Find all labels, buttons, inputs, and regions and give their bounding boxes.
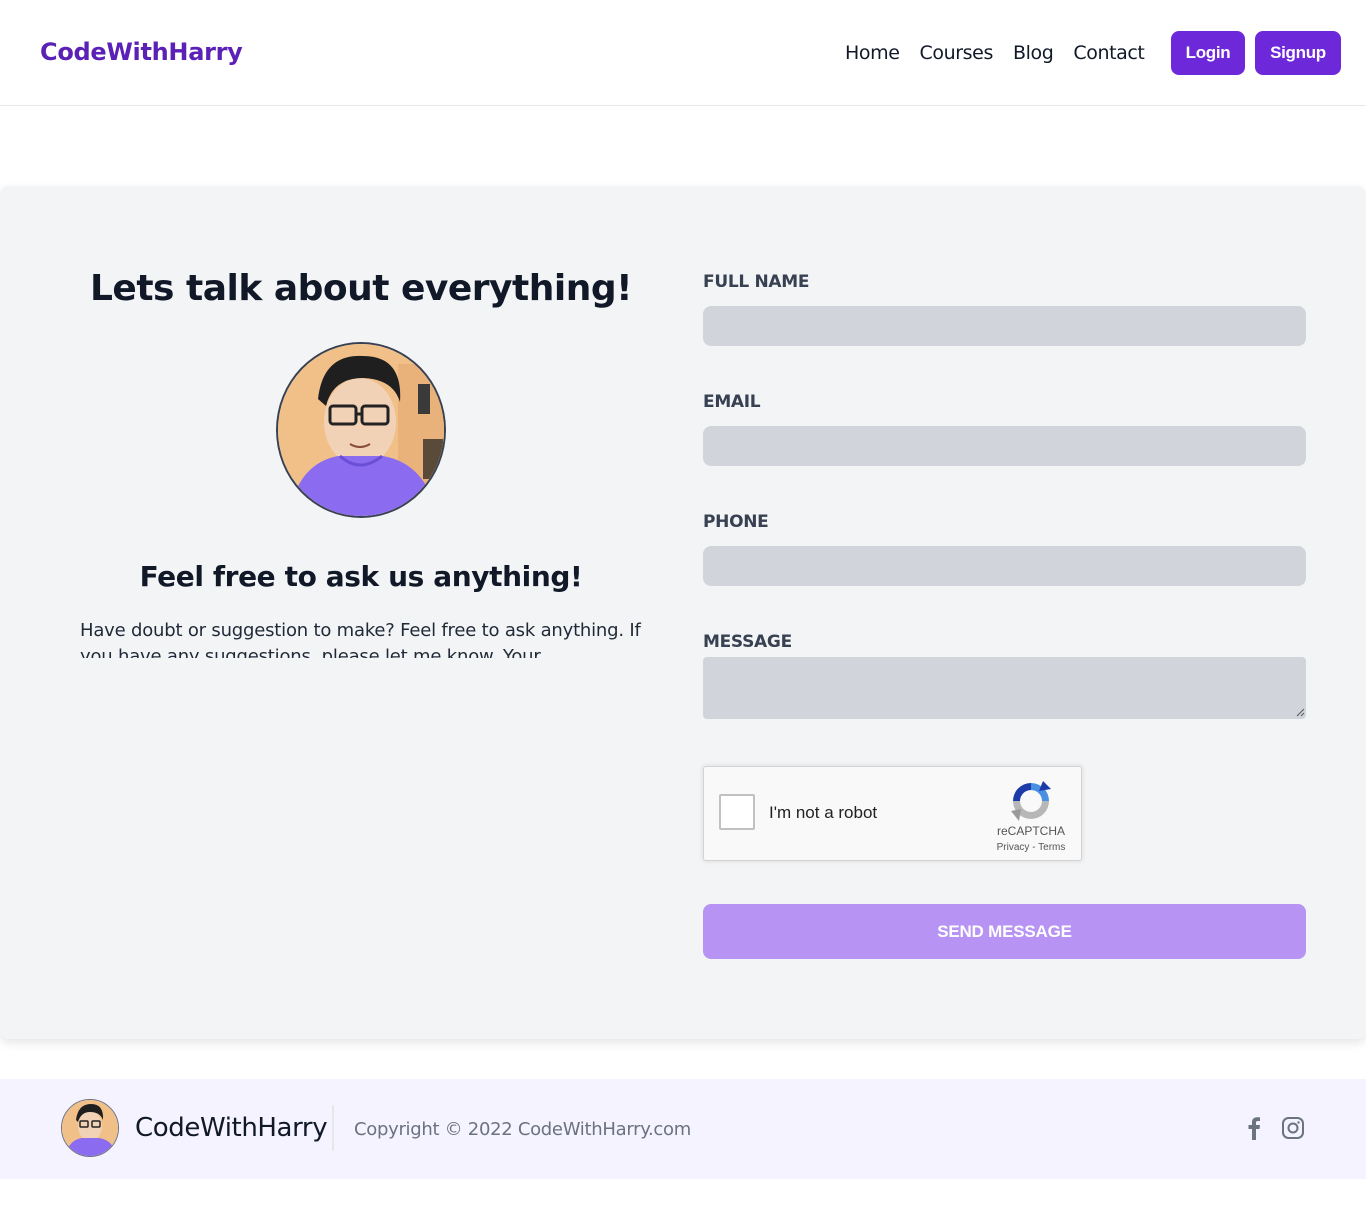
nav-contact[interactable]: Contact xyxy=(1073,42,1145,64)
recaptcha-links: Privacy - Terms xyxy=(986,842,1076,853)
site-footer: CodeWithHarry Copyright © 2022 CodeWithH… xyxy=(0,1079,1366,1179)
recaptcha-label: I'm not a robot xyxy=(769,803,878,822)
copyright-text: Copyright © 2022 CodeWithHarry.com xyxy=(354,1119,691,1140)
email-input[interactable] xyxy=(703,426,1306,466)
recaptcha-separator: - xyxy=(1029,842,1039,853)
login-button[interactable]: Login xyxy=(1171,31,1245,75)
avatar-illustration xyxy=(278,344,444,516)
recaptcha-brand: reCAPTCHA xyxy=(996,824,1065,838)
recaptcha-widget: I'm not a robot reCAPTCHA Privacy - Term… xyxy=(703,766,1082,861)
resize-handle-icon[interactable] xyxy=(1296,708,1305,717)
send-message-button[interactable]: SEND MESSAGE xyxy=(703,904,1306,959)
nav-blog[interactable]: Blog xyxy=(1013,42,1054,64)
instagram-icon[interactable] xyxy=(1281,1116,1305,1140)
site-header: CodeWithHarry Home Courses Blog Contact … xyxy=(0,0,1366,106)
phone-input[interactable] xyxy=(703,546,1306,586)
nav-courses[interactable]: Courses xyxy=(920,42,994,64)
footer-divider xyxy=(332,1105,334,1151)
message-label: MESSAGE xyxy=(703,632,792,652)
recaptcha-logo-icon xyxy=(1011,781,1051,821)
footer-avatar[interactable] xyxy=(61,1099,119,1157)
recaptcha-terms-link[interactable]: Terms xyxy=(1038,842,1065,853)
full-name-input[interactable] xyxy=(703,306,1306,346)
main-nav: Home Courses Blog Contact xyxy=(845,42,1145,64)
nav-home[interactable]: Home xyxy=(845,42,900,64)
footer-brand[interactable]: CodeWithHarry xyxy=(135,1113,328,1143)
brand-logo[interactable]: CodeWithHarry xyxy=(40,38,243,66)
intro-paragraph: Have doubt or suggestion to make? Feel f… xyxy=(80,620,641,658)
full-name-label: FULL NAME xyxy=(703,272,810,292)
recaptcha-checkbox[interactable] xyxy=(719,794,755,830)
phone-label: PHONE xyxy=(703,512,769,532)
avatar xyxy=(276,342,446,518)
page-title: Lets talk about everything! xyxy=(89,268,633,309)
facebook-icon[interactable] xyxy=(1244,1116,1264,1140)
recaptcha-privacy-link[interactable]: Privacy xyxy=(997,842,1030,853)
footer-avatar-illustration xyxy=(62,1100,118,1156)
signup-button[interactable]: Signup xyxy=(1255,31,1341,75)
email-label: EMAIL xyxy=(703,392,761,412)
page-subtitle: Feel free to ask us anything! xyxy=(139,560,583,593)
message-textarea[interactable] xyxy=(703,657,1306,719)
